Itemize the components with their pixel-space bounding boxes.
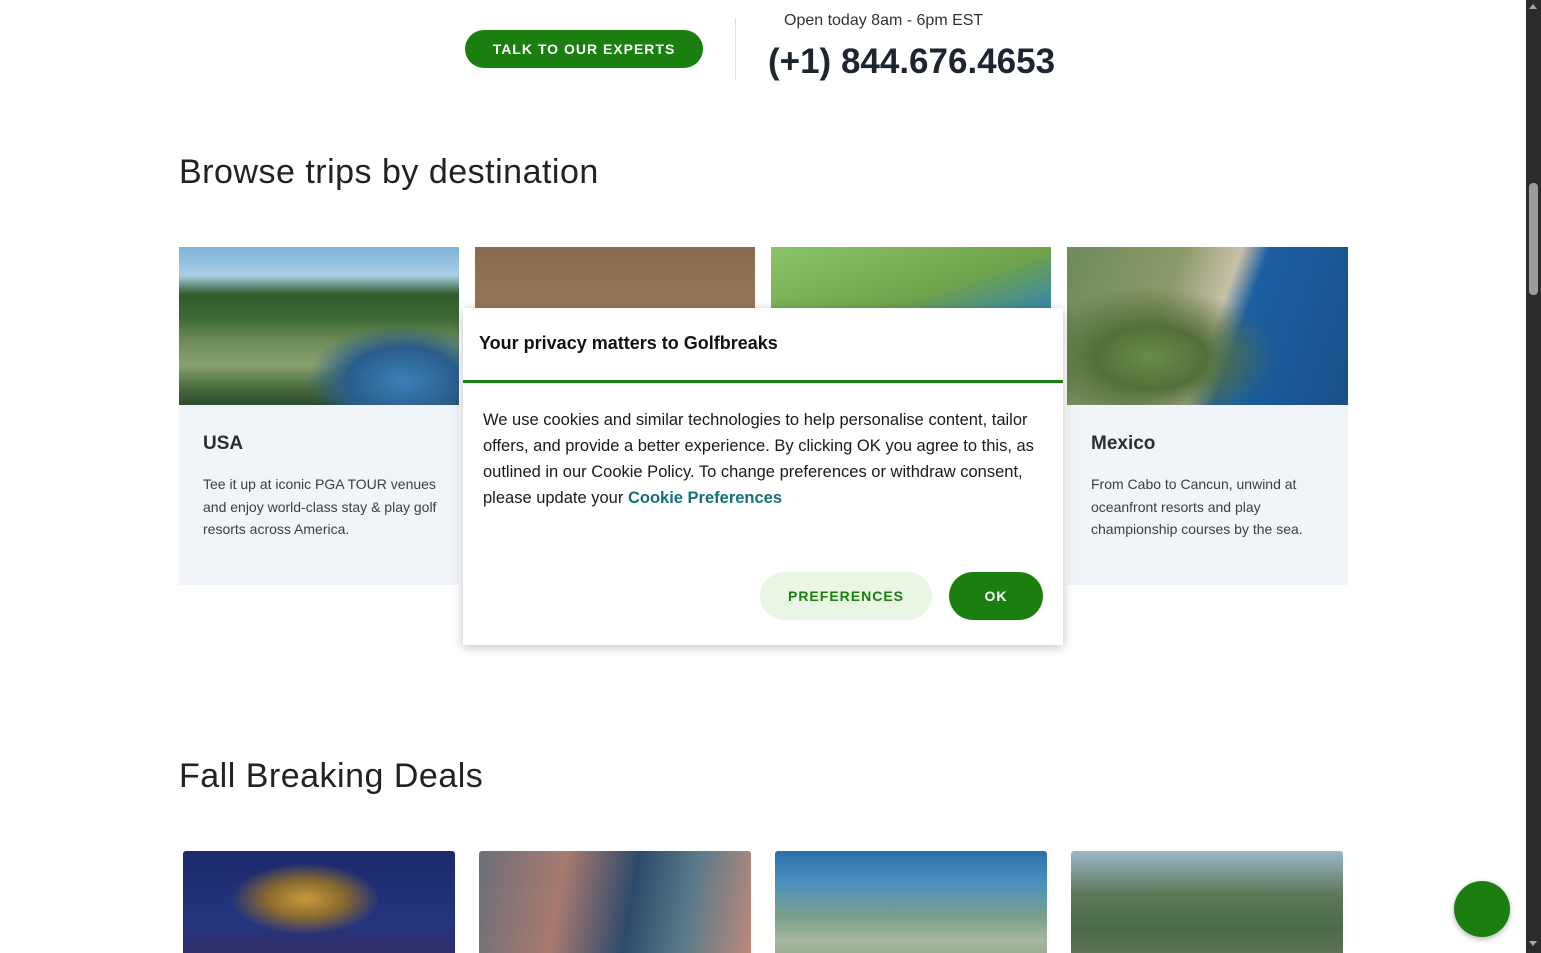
- destination-image-usa: [179, 247, 459, 405]
- cookie-modal-divider: [463, 380, 1063, 383]
- preferences-button[interactable]: PREFERENCES: [760, 572, 932, 620]
- destinations-title: Browse trips by destination: [179, 153, 599, 191]
- cookie-preferences-link[interactable]: Cookie Preferences: [628, 489, 782, 507]
- scroll-up-icon[interactable]: [1529, 4, 1537, 9]
- opening-hours: Open today 8am - 6pm EST: [784, 12, 984, 29]
- destination-name: USA: [203, 433, 244, 454]
- cookie-consent-modal: Your privacy matters to Golfbreaks We us…: [463, 308, 1063, 645]
- deal-card[interactable]: [183, 851, 455, 953]
- scroll-down-icon[interactable]: [1529, 941, 1537, 946]
- phone-number[interactable]: (+1) 844.676.4653: [768, 42, 1055, 82]
- page-scrollbar[interactable]: [1526, 0, 1541, 953]
- deal-card[interactable]: [1071, 851, 1343, 953]
- deal-card[interactable]: [479, 851, 751, 953]
- destination-name: Mexico: [1091, 433, 1156, 454]
- contact-divider: [735, 18, 736, 80]
- deal-card[interactable]: [775, 851, 1047, 953]
- cookie-modal-title: Your privacy matters to Golfbreaks: [479, 333, 778, 353]
- cookie-modal-body: We use cookies and similar technologies …: [483, 407, 1048, 511]
- destination-description: Tee it up at iconic PGA TOUR venues and …: [203, 476, 437, 537]
- page: TALK TO OUR EXPERTS Open today 8am - 6pm…: [0, 0, 1526, 953]
- destination-card-mexico[interactable]: Mexico From Cabo to Cancun, unwind at oc…: [1067, 247, 1348, 585]
- destination-card-usa[interactable]: USA Tee it up at iconic PGA TOUR venues …: [179, 247, 459, 585]
- scrollbar-thumb[interactable]: [1529, 183, 1538, 295]
- destination-description: From Cabo to Cancun, unwind at oceanfron…: [1091, 476, 1303, 537]
- chat-button[interactable]: [1454, 881, 1510, 937]
- talk-to-experts-button[interactable]: TALK TO OUR EXPERTS: [465, 30, 703, 68]
- deals-title: Fall Breaking Deals: [179, 757, 484, 795]
- destination-image-mexico: [1067, 247, 1348, 405]
- ok-button[interactable]: OK: [949, 572, 1043, 620]
